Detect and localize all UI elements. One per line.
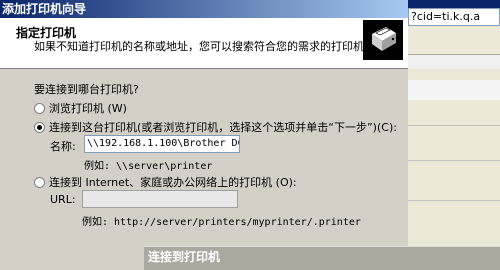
option-browse[interactable]: 浏览打印机 (W) <box>34 100 127 116</box>
option-connect-printer[interactable]: 连接到这台打印机(或者浏览打印机，选择这个选项并单击“下一步”)(C): <box>34 119 397 135</box>
printer-icon <box>363 20 403 60</box>
question-label: 要连接到哪台打印机? <box>34 83 139 96</box>
connect-dialog-titlebar[interactable]: 连接到打印机 <box>144 246 500 270</box>
background-toolbar <box>408 27 500 55</box>
address-bar[interactable]: ?cid=ti.k.q.a <box>408 8 500 26</box>
name-label: 名称: <box>50 140 76 153</box>
background-panel <box>408 80 500 100</box>
radio-button[interactable] <box>34 102 45 114</box>
background-titlebar <box>408 0 500 8</box>
header-subtitle: 如果不知道打印机的名称或地址，您可以搜索符合您的需求的打印机。 <box>34 40 375 53</box>
name-example: 例如: \\server\printer <box>84 161 213 172</box>
printer-name-input[interactable]: \\192.168.1.100\Brother DCP-7010 <box>84 135 240 153</box>
add-printer-wizard: 添加打印机向导 指定打印机 如果不知道打印机的名称或地址，您可以搜索符合您的需求… <box>0 0 408 270</box>
background-window: ?cid=ti.k.q.a <box>408 0 500 270</box>
radio-button[interactable] <box>34 176 45 188</box>
background-divider <box>408 125 500 126</box>
option-label: 连接到这台打印机(或者浏览打印机，选择这个选项并单击“下一步”)(C): <box>49 121 397 134</box>
wizard-content: 要连接到哪台打印机? 浏览打印机 (W) 连接到这台打印机(或者浏览打印机，选择… <box>0 69 408 270</box>
url-example: 例如: http://server/printers/myprinter/.pr… <box>82 217 361 228</box>
option-label: 浏览打印机 (W) <box>49 102 127 115</box>
radio-button-selected[interactable] <box>34 121 45 133</box>
background-divider <box>408 160 500 161</box>
background-divider <box>408 200 500 201</box>
option-label: 连接到 Internet、家庭或办公网络上的打印机 (O): <box>49 176 297 189</box>
background-strip <box>408 55 500 69</box>
url-label: URL: <box>50 193 76 206</box>
wizard-titlebar[interactable]: 添加打印机向导 <box>0 0 408 18</box>
option-internet-printer[interactable]: 连接到 Internet、家庭或办公网络上的打印机 (O): <box>34 174 297 190</box>
wizard-header: 指定打印机 如果不知道打印机的名称或地址，您可以搜索符合您的需求的打印机。 <box>0 18 408 69</box>
url-input[interactable] <box>82 190 238 208</box>
